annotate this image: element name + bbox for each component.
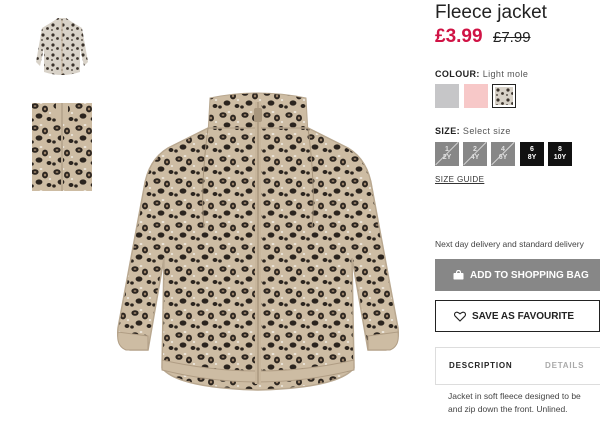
- size-option-label: 8: [558, 146, 562, 153]
- swatch-light-pink[interactable]: [464, 84, 488, 108]
- size-option-label: 1: [445, 146, 449, 153]
- thumbnail-front[interactable]: [30, 12, 94, 84]
- jacket-thumbnail-image: [36, 18, 88, 75]
- size-option-label: 6: [530, 146, 534, 153]
- add-to-bag-label: ADD TO SHOPPING BAG: [470, 269, 589, 281]
- shopping-bag-icon: [453, 270, 464, 280]
- size-option-4-6y[interactable]: 4 6Y: [491, 142, 515, 166]
- product-title: Fleece jacket: [435, 2, 547, 23]
- sale-price: £3.99: [435, 26, 483, 47]
- size-value: Select size: [462, 126, 511, 136]
- size-option-label: 2: [473, 146, 477, 153]
- description-text: Jacket in soft fleece designed to be and…: [448, 390, 600, 416]
- description-line: and zip down the front. Unlined.: [448, 404, 568, 414]
- size-option-label: 10Y: [553, 154, 567, 161]
- colour-label: COLOUR:: [435, 69, 480, 79]
- size-option-8-10y[interactable]: 8 10Y: [548, 142, 572, 166]
- size-option-label: 4Y: [470, 154, 480, 161]
- add-to-bag-button[interactable]: ADD TO SHOPPING BAG: [435, 259, 600, 291]
- save-favourite-button[interactable]: SAVE AS FAVOURITE: [435, 300, 600, 332]
- size-option-label: 4: [501, 146, 505, 153]
- original-price: £7.99: [493, 29, 531, 46]
- main-product-image[interactable]: [108, 88, 408, 408]
- size-guide-link[interactable]: SIZE GUIDE: [435, 175, 484, 184]
- leopard-swatch-pattern: [495, 87, 513, 105]
- price: £3.99 £7.99: [435, 26, 531, 48]
- swatch-light-mole-selected[interactable]: [492, 84, 516, 108]
- jacket-detail-image: [32, 103, 92, 191]
- size-label: SIZE:: [435, 126, 461, 136]
- colour-value: Light mole: [482, 69, 529, 79]
- size-option-label: 6Y: [498, 154, 508, 161]
- thumbnail-detail[interactable]: [30, 101, 94, 193]
- save-favourite-label: SAVE AS FAVOURITE: [472, 310, 575, 322]
- colour-label-row: COLOUR: Light mole: [435, 69, 528, 79]
- tab-details[interactable]: DETAILS: [545, 361, 584, 370]
- size-label-row: SIZE: Select size: [435, 126, 511, 136]
- delivery-info: Next day delivery and standard delivery: [435, 239, 584, 249]
- swatch-grey[interactable]: [435, 84, 459, 108]
- size-option-1-2y[interactable]: 1 2Y: [435, 142, 459, 166]
- jacket-image: [117, 92, 399, 391]
- tab-description[interactable]: DESCRIPTION: [449, 361, 512, 370]
- size-option-6-8y[interactable]: 6 8Y: [520, 142, 544, 166]
- size-option-2-4y[interactable]: 2 4Y: [463, 142, 487, 166]
- heart-icon: [454, 311, 466, 322]
- size-option-label: 2Y: [442, 154, 452, 161]
- product-tabs: DESCRIPTION DETAILS: [435, 347, 600, 385]
- size-option-label: 8Y: [527, 154, 537, 161]
- description-line: Jacket in soft fleece designed to be: [448, 391, 581, 401]
